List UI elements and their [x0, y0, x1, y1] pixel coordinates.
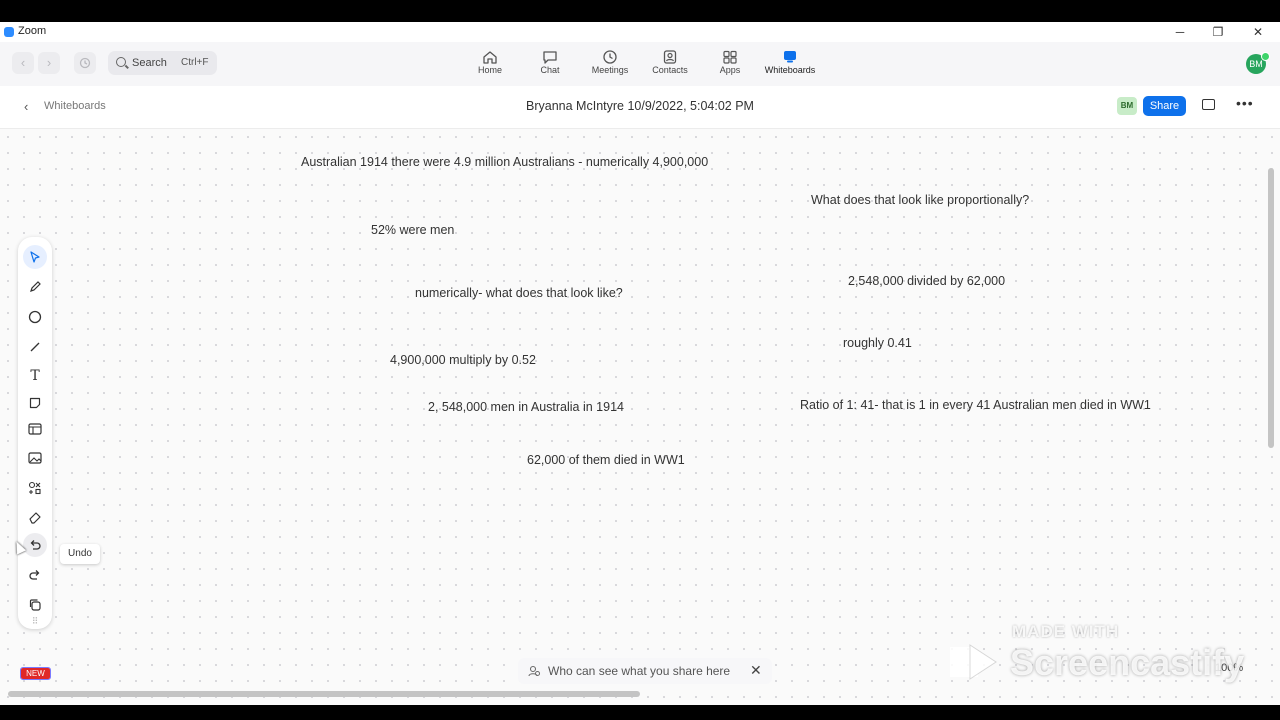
tab-chat-label: Chat	[540, 65, 560, 75]
tab-meetings[interactable]: Meetings	[580, 50, 640, 82]
canvas-text[interactable]: numerically- what does that look like?	[415, 286, 623, 300]
image-tool-icon[interactable]	[23, 446, 47, 470]
tab-whiteboards-label: Whiteboards	[764, 65, 816, 75]
canvas-text[interactable]: 4,900,000 multiply by 0.52	[390, 353, 536, 367]
sticky-note-tool-icon[interactable]	[23, 391, 47, 415]
canvas-text[interactable]: 2, 548,000 men in Australia in 1914	[428, 400, 624, 414]
tab-whiteboards[interactable]: Whiteboards	[760, 50, 820, 82]
canvas-text[interactable]: 62,000 of them died in WW1	[527, 453, 685, 467]
share-visibility-text: Who can see what you share here	[548, 664, 731, 678]
copy-tool-icon[interactable]	[23, 593, 47, 617]
status-indicator	[1261, 52, 1270, 61]
collaborator-avatar[interactable]: BM	[1117, 97, 1137, 115]
share-button[interactable]: Share	[1143, 96, 1186, 116]
more-options-icon[interactable]: •••	[1236, 95, 1254, 111]
restore-button[interactable]: ❐	[1208, 24, 1228, 40]
share-visibility-bar[interactable]: Who can see what you share here ✕	[518, 658, 772, 684]
clock-icon	[603, 50, 617, 64]
canvas-text[interactable]: What does that look like proportionally?	[811, 193, 1029, 207]
nav-back-button[interactable]: ‹	[12, 52, 34, 74]
home-icon	[483, 51, 497, 64]
search-icon	[116, 57, 126, 67]
whiteboard-icon	[784, 51, 796, 63]
text-tool-icon[interactable]: T	[23, 364, 47, 388]
new-badge: NEW	[20, 667, 51, 680]
canvas-text[interactable]: roughly 0.41	[843, 336, 912, 350]
watermark-brand: Screencastify	[1010, 642, 1245, 683]
screencastify-logo-icon	[950, 644, 997, 680]
close-window-button[interactable]: ✕	[1248, 24, 1268, 40]
undo-tool-icon[interactable]	[23, 533, 47, 557]
contacts-icon	[663, 50, 677, 64]
horizontal-scrollbar[interactable]	[8, 691, 640, 697]
whiteboard-toolbar: T ⠿	[18, 237, 52, 629]
app-title: Zoom	[18, 25, 47, 37]
select-tool-icon[interactable]	[23, 245, 47, 269]
close-icon[interactable]: ✕	[750, 662, 762, 679]
more-tools-handle-icon[interactable]: ⠿	[23, 615, 47, 627]
zoom-logo-icon	[4, 27, 14, 37]
tab-meetings-label: Meetings	[591, 65, 629, 75]
tab-contacts-label: Contacts	[652, 65, 688, 75]
search-shortcut: Ctrl+F	[181, 57, 209, 68]
canvas-text[interactable]: 52% were men	[371, 223, 454, 237]
undo-tooltip: Undo	[60, 544, 100, 564]
canvas-text[interactable]: Australian 1914 there were 4.9 million A…	[301, 155, 708, 169]
shapes-tool-icon[interactable]	[23, 476, 47, 500]
canvas-text[interactable]: 2,548,000 divided by 62,000	[848, 274, 1005, 288]
tab-home[interactable]: Home	[460, 50, 520, 82]
people-icon	[528, 665, 540, 677]
vertical-scrollbar[interactable]	[1268, 168, 1274, 448]
zoom-window: Zoom ─ ❐ ✕ ‹ › Search Ctrl+F Home Chat M…	[0, 22, 1280, 705]
tab-apps-label: Apps	[719, 65, 741, 75]
circle-tool-icon[interactable]	[23, 305, 47, 329]
eraser-tool-icon[interactable]	[23, 505, 47, 529]
line-tool-icon[interactable]	[23, 335, 47, 359]
tab-home-label: Home	[477, 65, 502, 75]
whiteboard-header: ‹ Whiteboards Bryanna McIntyre 10/9/2022…	[0, 86, 1280, 129]
tab-apps[interactable]: Apps	[700, 50, 760, 82]
search-input[interactable]: Search Ctrl+F	[108, 51, 217, 75]
chat-icon	[543, 51, 557, 64]
top-nav-bar: ‹ › Search Ctrl+F Home Chat Meetings Con…	[0, 42, 1280, 86]
watermark-made-with: MADE WITH	[1012, 622, 1120, 641]
search-placeholder: Search	[132, 57, 167, 69]
redo-tool-icon[interactable]	[23, 563, 47, 587]
nav-forward-button[interactable]: ›	[38, 52, 60, 74]
history-icon	[79, 57, 91, 69]
apps-icon	[723, 50, 737, 64]
history-button[interactable]	[74, 52, 96, 74]
canvas-text[interactable]: Ratio of 1: 41- that is 1 in every 41 Au…	[800, 398, 1151, 412]
title-bar: Zoom ─ ❐ ✕	[0, 22, 1280, 42]
whiteboard-title: Bryanna McIntyre 10/9/2022, 5:04:02 PM	[526, 99, 754, 113]
screencastify-watermark: MADE WITH Screencastify	[940, 612, 1270, 702]
minimize-button[interactable]: ─	[1170, 24, 1190, 40]
comment-icon[interactable]	[1202, 99, 1215, 110]
pen-tool-icon[interactable]	[23, 275, 47, 299]
tab-chat[interactable]: Chat	[520, 50, 580, 82]
tab-contacts[interactable]: Contacts	[640, 50, 700, 82]
template-tool-icon[interactable]	[23, 417, 47, 441]
